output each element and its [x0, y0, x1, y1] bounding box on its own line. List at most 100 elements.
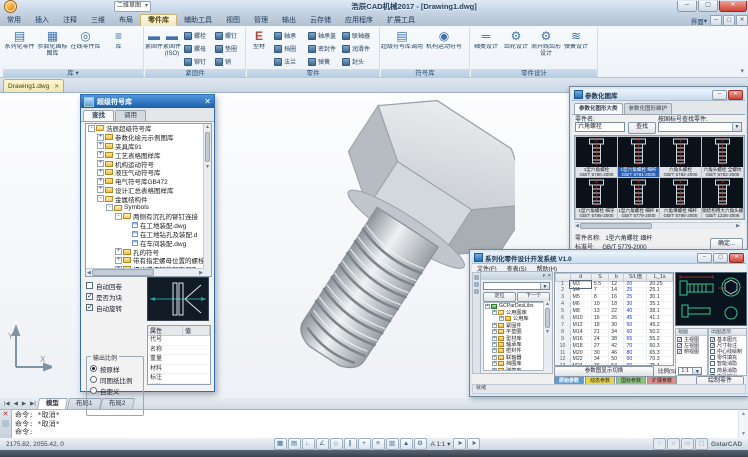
parameter-table[interactable]: dSbS/L值L_1s 1M3 5.512 2020.25 2M4 714 25…	[554, 272, 674, 366]
close-button[interactable]: ✕	[719, 1, 747, 12]
ribbon-group-label[interactable]: 零件设计	[471, 69, 597, 78]
tree-expander[interactable]: +	[97, 186, 104, 193]
tree-expander[interactable]	[124, 230, 131, 237]
radio-circle[interactable]	[90, 365, 97, 372]
statusbar-utility-icon[interactable]	[681, 438, 694, 450]
ribbon-small-button[interactable]: 螺栓	[183, 29, 214, 42]
prev-layout-icon[interactable]: ◀	[12, 401, 20, 407]
checkbox-box[interactable]	[710, 343, 715, 348]
ribbon-button[interactable]: 齿轮设计	[501, 28, 531, 69]
ribbon-button[interactable]: 弹簧设计	[561, 28, 591, 69]
statusbar-utility-icon[interactable]	[695, 438, 708, 450]
checkbox[interactable]: 是否为块	[86, 291, 144, 302]
ribbon-tab[interactable]: 视图	[219, 15, 247, 26]
table-column-header[interactable]: d	[570, 274, 591, 282]
checkbox-box[interactable]	[710, 361, 715, 366]
ribbon-tab[interactable]: 输出	[275, 15, 303, 26]
search-button[interactable]: 查找	[628, 122, 656, 134]
dialog-title-bar[interactable]: 系列化零件设计开发系统 V1.0 ─ ▢ ✕	[472, 252, 746, 264]
panel-tab[interactable]: 查找	[83, 110, 114, 121]
statusbar-toggle-icon[interactable]	[400, 438, 413, 450]
statusbar-toggle-icon[interactable]	[414, 438, 427, 450]
attribute-row[interactable]: 名称	[148, 346, 210, 356]
table-column-header[interactable]	[556, 274, 571, 282]
layout-tab[interactable]: 模型	[37, 398, 68, 409]
ribbon-small-button[interactable]: 弹簧	[307, 55, 341, 68]
ribbon-overflow-button[interactable]: ▾	[740, 67, 748, 77]
tree-expander[interactable]: +	[485, 304, 490, 309]
ribbon-group-label[interactable]: 符号库	[381, 69, 469, 78]
maximize-button[interactable]: ▢	[713, 253, 728, 263]
statusbar-toggle-icon[interactable]	[316, 438, 329, 450]
panel-tab[interactable]: 调用	[115, 110, 146, 121]
ribbon-restore-button[interactable]: ▢	[723, 15, 735, 26]
table-column-header[interactable]: b	[609, 274, 624, 282]
part-thumbnail[interactable]: 六角头螺栓 全螺纹 GB/T 5783-2000	[702, 137, 743, 177]
tree-expander[interactable]: +	[492, 310, 497, 315]
first-layout-icon[interactable]: |◀	[2, 401, 12, 407]
ribbon-button[interactable]: 型材	[247, 28, 271, 69]
tree-expander[interactable]: +	[492, 361, 497, 366]
ribbon-small-button[interactable]: 轴承盖	[307, 29, 341, 42]
next-layout-icon[interactable]: ▶	[20, 401, 28, 407]
tree-item[interactable]: + 参数化绘元示例图库	[86, 133, 211, 142]
vertical-scrollbar[interactable]: ▲▼	[203, 124, 211, 276]
statusbar-toggle-icon[interactable]	[344, 438, 357, 450]
ribbon-small-button[interactable]: 铆钉	[183, 55, 214, 68]
ribbon-tab[interactable]: 常用	[0, 15, 28, 26]
statusbar-toggle-icon[interactable]	[386, 438, 399, 450]
ribbon-button[interactable]: 渐开线齿形设计	[531, 28, 561, 69]
dialog-title-bar[interactable]: 参数化图库 ─ ✕	[572, 89, 745, 101]
ribbon-button[interactable]: 机构运动符号	[423, 28, 465, 69]
close-icon[interactable]: ✕	[3, 411, 9, 418]
tree-expander[interactable]: +	[97, 169, 104, 176]
ribbon-button[interactable]: 参数化国标图库	[36, 28, 69, 69]
close-button[interactable]: ✕	[729, 253, 744, 263]
checkbox-box[interactable]	[677, 337, 682, 342]
attribute-row[interactable]: 材料	[148, 365, 210, 375]
ribbon-tab[interactable]: 管理	[247, 15, 275, 26]
radio-option[interactable]: 同图纸比例	[87, 374, 143, 385]
attribute-row[interactable]: 代号	[148, 336, 210, 346]
locate-button[interactable]: 定位	[483, 292, 516, 302]
ribbon-small-button[interactable]: 螺母	[183, 42, 214, 55]
ribbon-button[interactable]: 库	[102, 28, 135, 69]
ribbon-minimize-button[interactable]: ─	[710, 15, 722, 26]
checkbox-box[interactable]	[86, 293, 93, 300]
minimize-button[interactable]: ─	[697, 253, 712, 263]
ribbon-close-button[interactable]: ✕	[736, 15, 748, 26]
attribute-row[interactable]: 标注	[148, 374, 210, 384]
checkbox-box[interactable]	[710, 355, 715, 360]
ribbon-button[interactable]: 轴类设计	[471, 28, 501, 69]
close-button[interactable]: ✕	[728, 90, 743, 100]
tree-item[interactable]: + 弹簧库	[484, 367, 543, 371]
tree-expander[interactable]: +	[97, 134, 104, 141]
close-icon[interactable]: ✕	[547, 273, 551, 279]
quick-access-button[interactable]	[60, 2, 71, 12]
tree-expander[interactable]: -	[106, 204, 113, 211]
ribbon-tab[interactable]: 零件库	[140, 14, 177, 26]
ribbon-group-label[interactable]: 零件	[247, 69, 379, 78]
dialog-tab[interactable]: 参数化图形大类	[574, 103, 623, 114]
ribbon-button[interactable]: 系列化零件	[3, 28, 36, 69]
ribbon-small-button[interactable]: 螺钉	[214, 29, 245, 42]
select-cursor-icon[interactable]: ➤	[467, 438, 480, 450]
tree-expander[interactable]: -	[115, 213, 122, 220]
table-column-header[interactable]: S	[591, 274, 608, 282]
checkbox[interactable]: 自动旋转	[86, 302, 144, 313]
pin-icon[interactable]: ▾	[542, 273, 545, 279]
gb-number-combo[interactable]: ▼	[658, 122, 742, 132]
ribbon-small-button[interactable]: 垫圈	[214, 42, 245, 55]
document-tab[interactable]: Drawing1.dwg ✕	[3, 79, 64, 92]
part-thumbnail[interactable]: 六角头螺栓 GB/T 5782-2000	[660, 137, 701, 177]
table-column-header[interactable]: S/L值	[624, 274, 647, 282]
minimize-button[interactable]: ─	[712, 90, 727, 100]
checkbox-box[interactable]	[677, 349, 682, 354]
ribbon-small-button[interactable]: 挡圈	[273, 42, 307, 55]
ribbon-group-label[interactable]: 紧固件	[145, 69, 245, 78]
ribbon-button[interactable]: 超级符号库调用	[381, 28, 423, 69]
command-scrollbar[interactable]: ▲▼	[738, 410, 748, 438]
vertical-scrollbar[interactable]: ▲▼	[543, 301, 551, 371]
library-tree[interactable]: + GCParDesLibs + 公用图库 + 公用库 +	[483, 302, 544, 371]
tree-expander[interactable]	[124, 239, 131, 246]
